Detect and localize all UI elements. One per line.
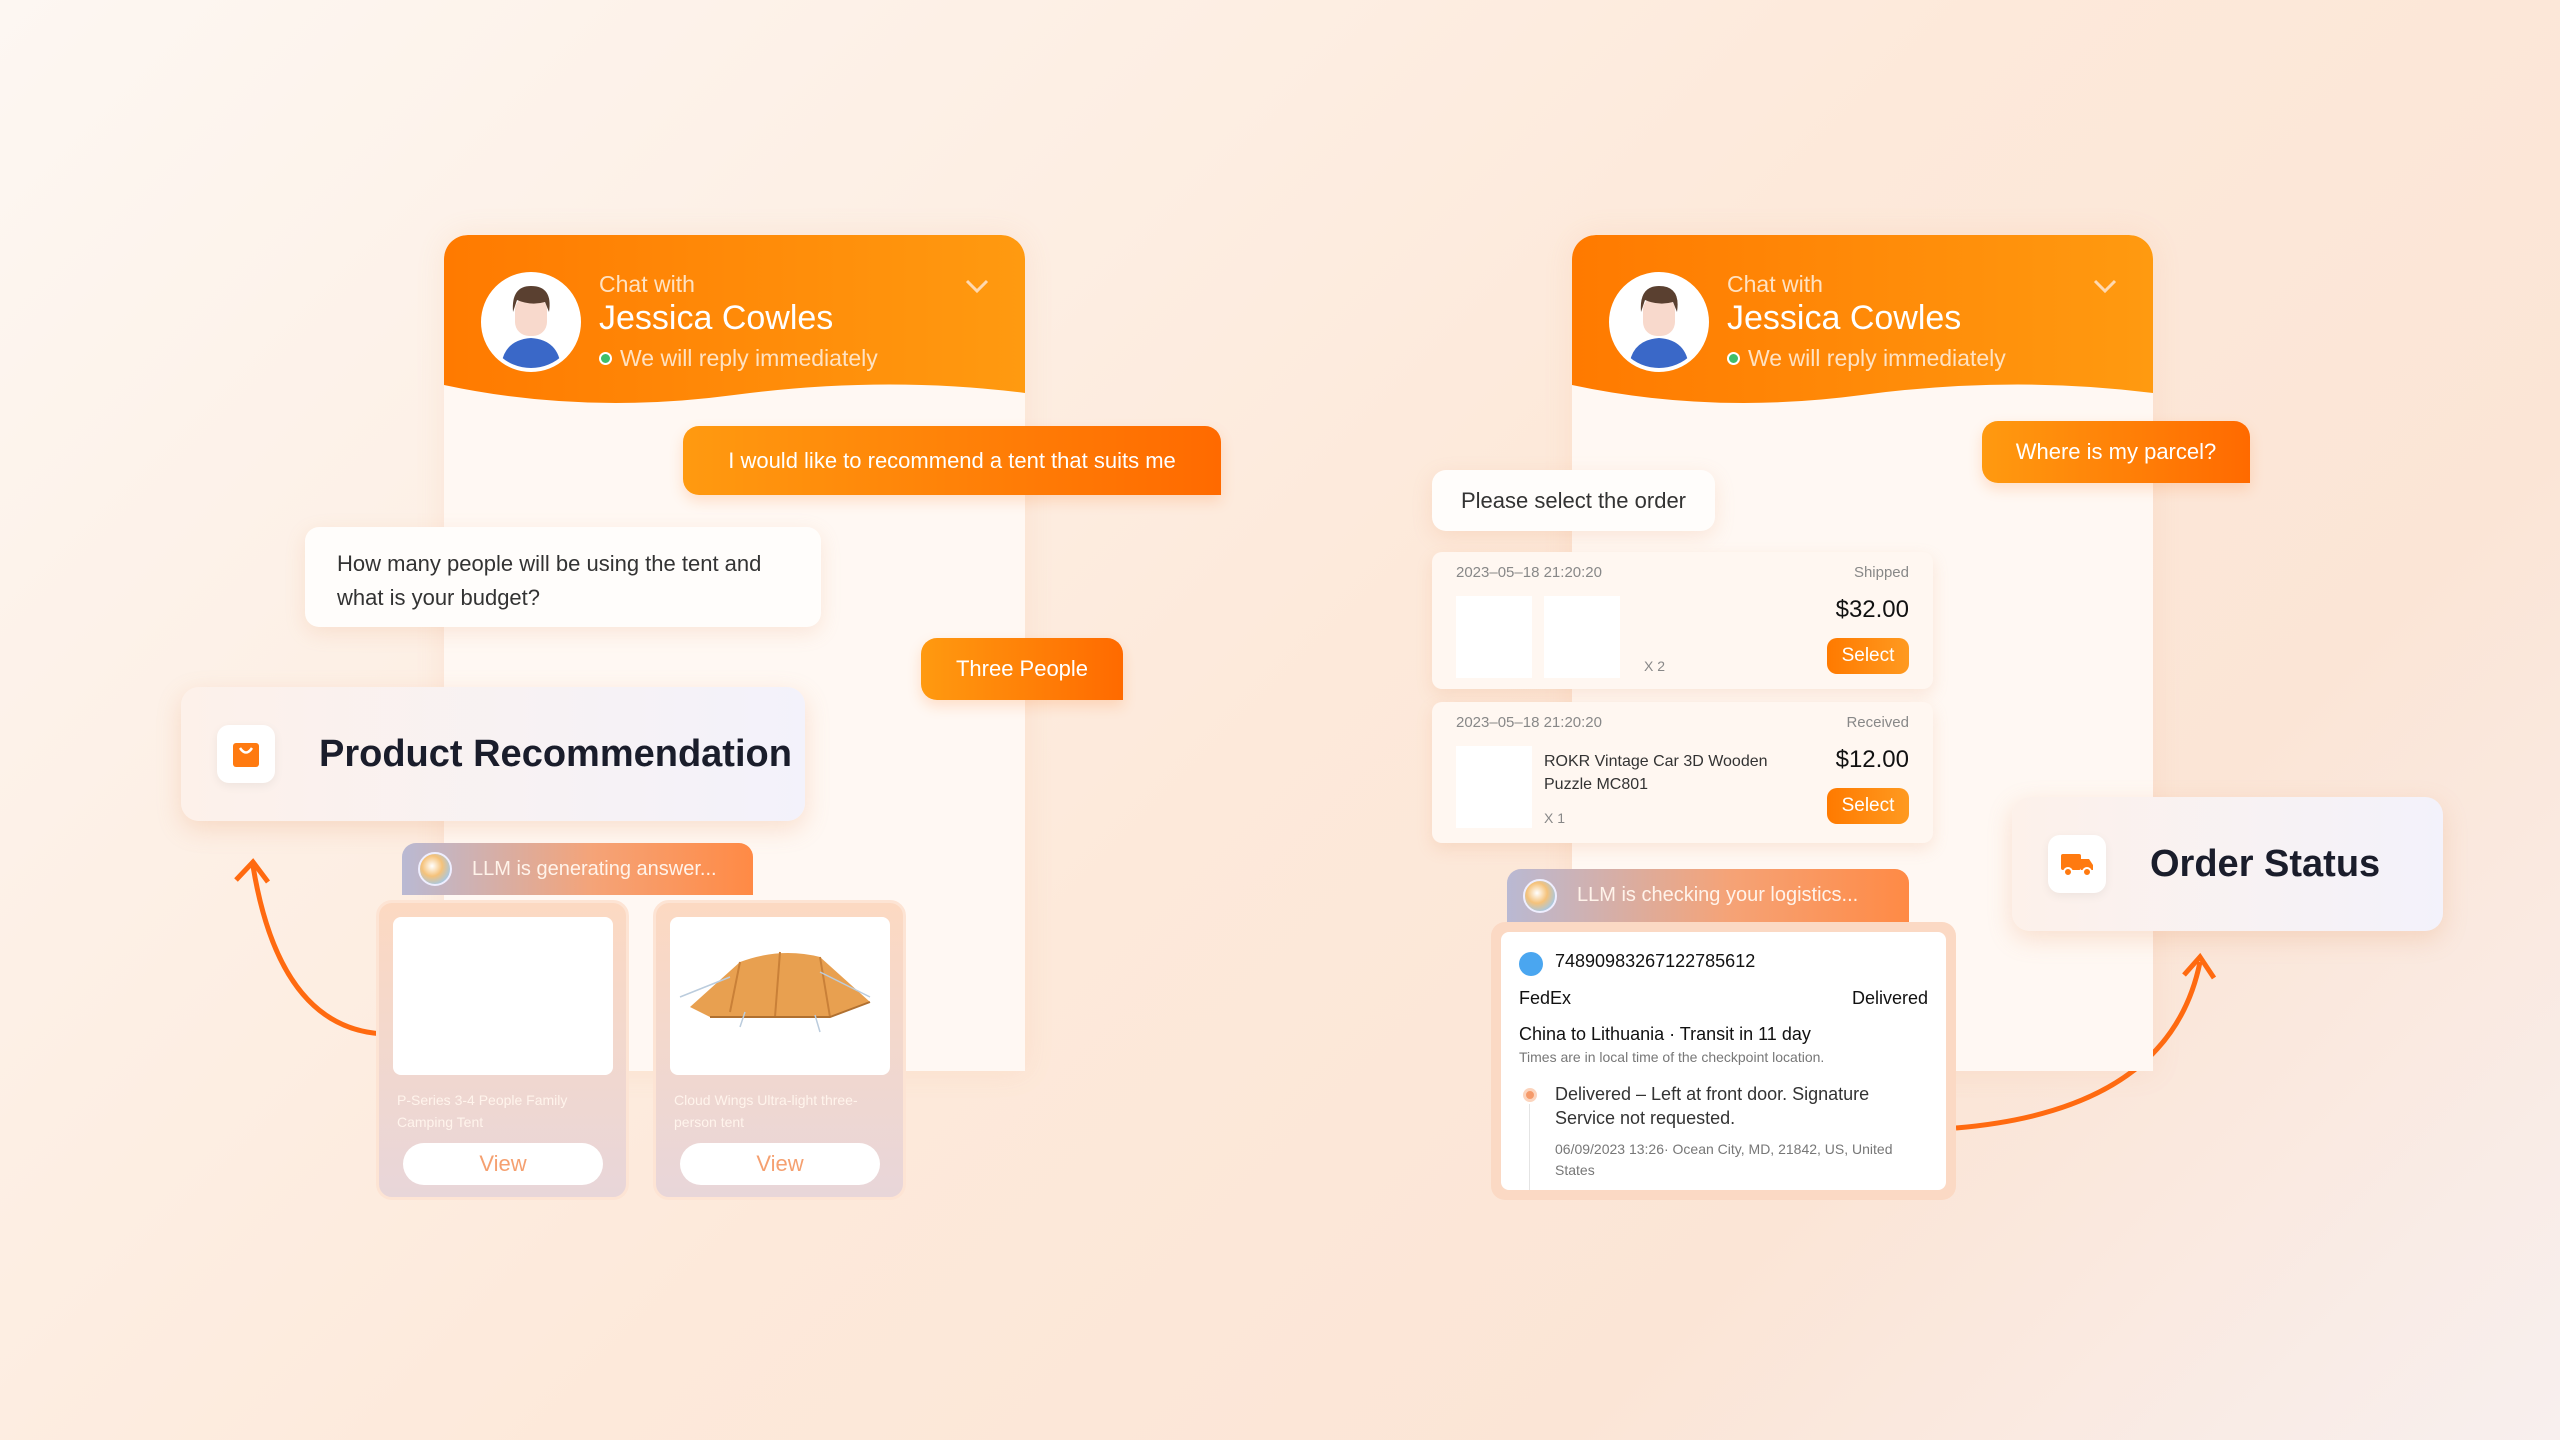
llm-status-banner: LLM is checking your logistics... xyxy=(1507,869,1909,922)
chevron-down-icon[interactable] xyxy=(2092,273,2118,299)
feature-card-order-status: Order Status xyxy=(2012,797,2443,931)
order-card: 2023–05–18 21:20:20 Received ROKR Vintag… xyxy=(1432,702,1933,843)
product-thumbnail xyxy=(1544,596,1620,678)
tracking-event-detail: 06/09/2023 13:26· Ocean City, MD, 21842,… xyxy=(1555,1141,1893,1178)
select-order-button[interactable]: Select xyxy=(1827,788,1909,824)
product-card: P-Series 3-4 People Family Camping Tent … xyxy=(376,900,629,1200)
timeline-line xyxy=(1529,1104,1530,1190)
agent-name: Jessica Cowles xyxy=(1727,299,1962,337)
product-name: P-Series 3-4 People Family Camping Tent xyxy=(397,1092,568,1130)
logistics-card: 74890983267122785612 FedEx Delivered Chi… xyxy=(1491,922,1956,1200)
order-product-name: ROKR Vintage Car 3D Wooden Puzzle MC801 xyxy=(1544,753,1768,793)
chat-with-label: Chat with xyxy=(599,271,695,297)
feature-label: Order Status xyxy=(2150,842,2381,885)
arrow-left xyxy=(250,865,386,1037)
view-button[interactable]: View xyxy=(403,1143,603,1185)
agent-status: We will reply immediately xyxy=(599,345,878,372)
delivery-truck-icon xyxy=(2048,835,2106,893)
agent-message: Please select the order xyxy=(1432,470,1715,531)
select-order-button[interactable]: Select xyxy=(1827,638,1909,674)
feature-card-product-recommendation: Product Recommendation xyxy=(181,687,805,821)
carrier: FedEx xyxy=(1519,988,1572,1008)
agent-status: We will reply immediately xyxy=(1727,345,2006,372)
llm-status-text: LLM is generating answer... xyxy=(472,857,717,880)
status-text: We will reply immediately xyxy=(620,345,878,371)
product-image xyxy=(393,917,613,1075)
agent-message: How many people will be using the tent a… xyxy=(305,527,821,627)
llm-status-text: LLM is checking your logistics... xyxy=(1577,884,1859,906)
order-price: $32.00 xyxy=(1835,596,1909,623)
user-message: Where is my parcel? xyxy=(1982,421,2250,483)
order-card: 2023–05–18 21:20:20 Shipped X 2 $32.00 S… xyxy=(1432,552,1933,689)
user-message: Three People xyxy=(921,638,1123,700)
online-indicator-icon xyxy=(599,352,612,365)
feature-label: Product Recommendation xyxy=(319,732,792,775)
route: China to Lithuania · Transit in 11 day xyxy=(1519,1024,1811,1044)
chat-with-label: Chat with xyxy=(1727,271,1823,297)
view-button[interactable]: View xyxy=(680,1143,880,1185)
timeline-dot-icon xyxy=(1523,1088,1537,1102)
tracking-number: 74890983267122785612 xyxy=(1555,951,1756,971)
chevron-down-icon[interactable] xyxy=(964,273,990,299)
time-note: Times are in local time of the checkpoin… xyxy=(1519,1049,1825,1065)
online-indicator-icon xyxy=(1727,352,1740,365)
order-quantity: X 1 xyxy=(1544,810,1566,826)
product-thumbnail xyxy=(1456,596,1532,678)
product-card: Cloud Wings Ultra-light three-person ten… xyxy=(653,900,906,1200)
product-image xyxy=(670,917,890,1075)
order-quantity: X 2 xyxy=(1644,658,1666,674)
llm-orb-icon xyxy=(418,852,452,886)
product-name: Cloud Wings Ultra-light three-person ten… xyxy=(674,1092,858,1130)
user-message: I would like to recommend a tent that su… xyxy=(683,426,1221,495)
llm-orb-icon xyxy=(1523,878,1557,913)
agent-name: Jessica Cowles xyxy=(599,299,834,337)
order-time: 2023–05–18 21:20:20 xyxy=(1456,564,1602,581)
order-price: $12.00 xyxy=(1835,746,1909,773)
order-status: Received xyxy=(1846,714,1909,731)
tracking-event: Delivered – Left at front door. Signatur… xyxy=(1555,1084,1870,1128)
avatar xyxy=(481,272,581,372)
order-status: Shipped xyxy=(1853,564,1909,581)
status-text: We will reply immediately xyxy=(1748,345,2006,371)
llm-status-banner: LLM is generating answer... xyxy=(402,843,753,895)
order-time: 2023–05–18 21:20:20 xyxy=(1456,714,1602,731)
tent-image xyxy=(679,951,871,1033)
truck-badge-icon xyxy=(1519,952,1543,976)
avatar xyxy=(1609,272,1709,372)
shopping-bag-icon xyxy=(217,725,275,783)
delivery-status: Delivered xyxy=(1851,988,1928,1008)
product-thumbnail xyxy=(1456,746,1532,828)
